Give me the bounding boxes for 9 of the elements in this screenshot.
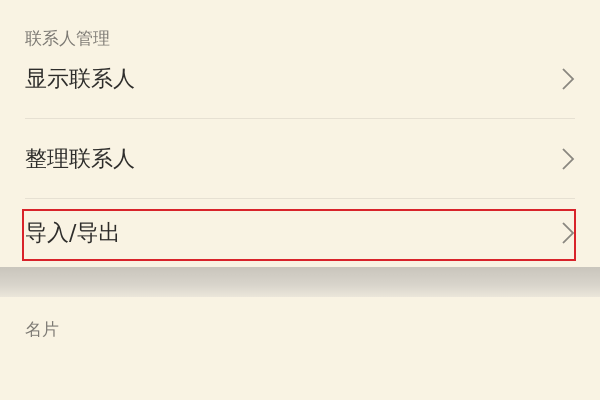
menu-item-label: 导入/导出: [25, 220, 120, 248]
menu-item[interactable]: 导入/导出: [25, 199, 575, 267]
chevron-right-icon: [561, 148, 575, 170]
section-title: 名片: [25, 319, 59, 341]
chevron-right-icon: [561, 222, 575, 244]
menu-item-label: 整理联系人: [25, 146, 135, 174]
chevron-right-icon: [561, 68, 575, 90]
menu-item-label: 显示联系人: [25, 66, 135, 94]
menu-item[interactable]: 整理联系人: [25, 119, 575, 199]
